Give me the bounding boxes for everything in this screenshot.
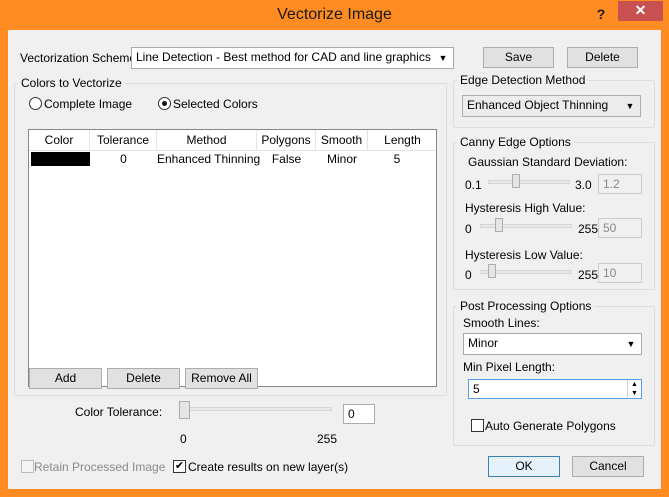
auto-polygons-label[interactable]: Auto Generate Polygons [485, 419, 616, 433]
chevron-down-icon: ▼ [625, 101, 635, 111]
smooth-lines-value: Minor [468, 336, 499, 350]
add-color-button[interactable]: Add [29, 368, 102, 389]
slider-max-label: 255 [317, 432, 338, 446]
hysteresis-low-input[interactable]: 10 [598, 263, 642, 283]
min-pixel-length-input[interactable]: 5 ▲ ▼ [468, 379, 642, 400]
delete-scheme-button[interactable]: Delete [567, 47, 638, 68]
edge-method-value: Enhanced Object Thinning [467, 98, 609, 112]
selected-colors-radio[interactable] [158, 97, 171, 110]
column-header[interactable]: Length [368, 130, 436, 151]
retain-processed-label[interactable]: Retain Processed Image [34, 460, 165, 474]
colors-table[interactable]: Color Tolerance Method Polygons Smooth L… [28, 129, 437, 387]
selected-colors-label[interactable]: Selected Colors [173, 97, 258, 111]
min-pixel-length-label: Min Pixel Length: [463, 360, 556, 374]
down-arrow-icon[interactable]: ▼ [628, 389, 641, 398]
scheme-label: Vectorization Scheme: [20, 51, 140, 65]
close-icon: ✕ [634, 2, 647, 18]
canny-group-title: Canny Edge Options [457, 135, 574, 149]
complete-image-label[interactable]: Complete Image [44, 97, 132, 111]
new-layer-checkbox[interactable]: ✔ [173, 460, 186, 473]
save-scheme-button[interactable]: Save [483, 47, 554, 68]
min-pixel-length-value: 5 [473, 382, 480, 396]
up-arrow-icon[interactable]: ▲ [628, 380, 641, 389]
dialog-body: Vectorization Scheme: Line Detection - B… [8, 30, 661, 489]
hysteresis-low-min: 0 [465, 268, 472, 282]
cancel-button[interactable]: Cancel [572, 456, 644, 477]
check-icon: ✔ [174, 460, 185, 472]
gaussian-min: 0.1 [465, 178, 482, 192]
smooth-lines-label: Smooth Lines: [463, 316, 540, 330]
column-header[interactable]: Smooth [316, 130, 368, 151]
title-bar[interactable]: Vectorize Image ? ✕ [0, 0, 669, 30]
method-cell: Enhanced Thinning [157, 152, 261, 166]
edge-group-title: Edge Detection Method [457, 73, 589, 87]
slider-thumb[interactable] [512, 174, 520, 188]
scheme-select[interactable]: Line Detection - Best method for CAD and… [131, 47, 454, 69]
column-header[interactable]: Polygons [257, 130, 316, 151]
hysteresis-low-max: 255 [578, 268, 599, 282]
gaussian-label: Gaussian Standard Deviation: [468, 155, 628, 169]
color-tolerance-input[interactable]: 0 [343, 404, 375, 424]
remove-all-button[interactable]: Remove All [185, 368, 258, 389]
column-header[interactable]: Tolerance [90, 130, 157, 151]
hysteresis-high-input[interactable]: 50 [598, 218, 642, 238]
slider-thumb[interactable] [488, 264, 496, 278]
slider-min-label: 0 [180, 432, 187, 446]
color-swatch [31, 152, 90, 166]
smooth-lines-select[interactable]: Minor ▼ [463, 333, 642, 355]
slider-thumb[interactable] [495, 218, 503, 232]
slider-thumb[interactable] [179, 401, 190, 419]
hysteresis-high-slider[interactable] [480, 224, 572, 228]
retain-processed-checkbox[interactable] [21, 460, 34, 473]
help-button[interactable]: ? [591, 4, 611, 24]
edge-method-select[interactable]: Enhanced Object Thinning ▼ [462, 95, 641, 117]
smooth-cell: Minor [326, 152, 357, 166]
gaussian-slider[interactable] [488, 180, 570, 184]
color-tolerance-slider[interactable] [179, 407, 332, 411]
gaussian-max: 3.0 [575, 178, 592, 192]
hysteresis-high-label: Hysteresis High Value: [465, 201, 586, 215]
chevron-down-icon: ▼ [438, 53, 448, 63]
close-button[interactable]: ✕ [618, 1, 663, 21]
hysteresis-high-min: 0 [465, 222, 472, 236]
column-header[interactable]: Color [29, 130, 90, 151]
auto-polygons-checkbox[interactable] [471, 419, 484, 432]
hysteresis-high-max: 255 [578, 222, 599, 236]
new-layer-label[interactable]: Create results on new layer(s) [188, 460, 348, 474]
scheme-selected-value: Line Detection - Best method for CAD and… [136, 50, 431, 64]
polygons-cell: False [271, 152, 302, 166]
hysteresis-low-label: Hysteresis Low Value: [465, 248, 583, 262]
gaussian-input[interactable]: 1.2 [598, 174, 642, 194]
spin-buttons[interactable]: ▲ ▼ [627, 380, 641, 400]
chevron-down-icon: ▼ [626, 339, 636, 349]
complete-image-radio[interactable] [29, 97, 42, 110]
radio-selected-dot [162, 101, 167, 106]
delete-color-button[interactable]: Delete [107, 368, 180, 389]
tolerance-cell: 0 [120, 152, 127, 166]
length-cell: 5 [393, 152, 401, 166]
ok-button[interactable]: OK [488, 456, 560, 477]
post-group-title: Post Processing Options [457, 299, 595, 313]
window-title: Vectorize Image [277, 6, 392, 23]
colors-group-title: Colors to Vectorize [18, 76, 125, 90]
vectorize-dialog: Vectorize Image ? ✕ Vectorization Scheme… [0, 0, 669, 497]
column-header[interactable]: Method [157, 130, 257, 151]
color-tolerance-label: Color Tolerance: [75, 405, 163, 419]
